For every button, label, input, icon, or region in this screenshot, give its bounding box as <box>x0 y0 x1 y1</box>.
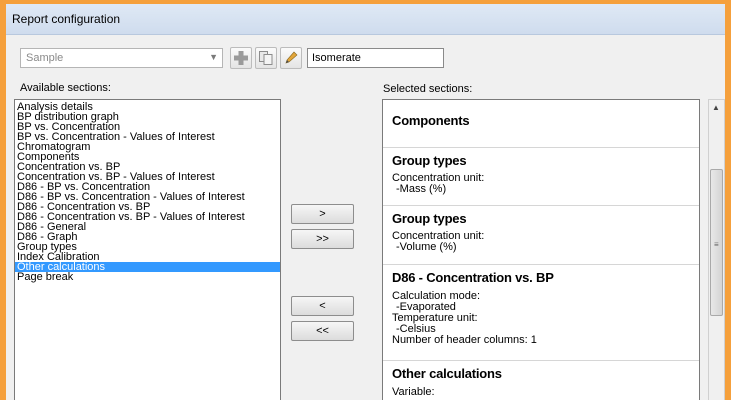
report-name-input[interactable] <box>307 48 444 68</box>
copy-icon <box>259 51 273 65</box>
section-card-title: Components <box>392 113 470 128</box>
section-card-title: Other calculations <box>392 366 502 381</box>
section-card-title: Group types <box>392 153 467 168</box>
scrollbar-thumb[interactable]: ≡ <box>710 169 723 316</box>
title-bar: Report configuration <box>6 4 725 35</box>
section-card-text: Variable: <box>392 386 435 398</box>
chevron-down-icon[interactable]: ▼ <box>209 52 218 62</box>
pencil-icon <box>285 51 298 64</box>
section-card-d86-concentration-vs-bp[interactable]: D86 - Concentration vs. BP Calculation m… <box>383 265 699 361</box>
section-card-components[interactable]: Components <box>383 100 699 148</box>
add-section-button[interactable]: > <box>291 204 354 224</box>
section-card-group-types-volume[interactable]: Group types Concentration unit: -Volume … <box>383 206 699 265</box>
remove-section-button[interactable]: < <box>291 296 354 316</box>
template-select[interactable]: Sample ▼ <box>20 48 223 68</box>
available-sections-label: Available sections: <box>20 82 111 94</box>
remove-all-sections-button[interactable]: << <box>291 321 354 341</box>
edit-template-button[interactable] <box>280 47 302 69</box>
section-card-text: -Volume (%) <box>396 241 457 253</box>
template-select-value: Sample <box>26 52 64 64</box>
selected-sections-scrollbar[interactable]: ▲ ≡ <box>708 99 725 400</box>
grip-icon: ≡ <box>714 240 719 249</box>
section-card-text: Number of header columns: 1 <box>392 334 537 346</box>
available-sections-list[interactable]: Analysis details BP distribution graph B… <box>14 99 281 400</box>
section-card-other-calculations[interactable]: Other calculations Variable: <box>383 361 699 400</box>
section-card-group-types-mass[interactable]: Group types Concentration unit: -Mass (%… <box>383 148 699 206</box>
window-frame-right <box>725 0 731 400</box>
copy-template-button[interactable] <box>255 47 277 69</box>
dialog-content: Sample ▼ Available sections: Selected se… <box>6 35 725 400</box>
section-card-title: Group types <box>392 211 467 226</box>
section-card-text: -Mass (%) <box>396 183 447 195</box>
add-all-sections-button[interactable]: >> <box>291 229 354 249</box>
plus-icon <box>234 51 248 65</box>
add-template-button[interactable] <box>230 47 252 69</box>
window-title: Report configuration <box>12 12 121 26</box>
scroll-up-arrow-icon[interactable]: ▲ <box>712 103 720 112</box>
list-item[interactable]: Page break <box>15 272 280 283</box>
selected-sections-panel[interactable]: Components Group types Concentration uni… <box>382 99 700 400</box>
section-card-title: D86 - Concentration vs. BP <box>392 270 554 285</box>
selected-sections-label: Selected sections: <box>383 83 473 95</box>
section-card-text: Temperature unit: <box>392 312 478 324</box>
